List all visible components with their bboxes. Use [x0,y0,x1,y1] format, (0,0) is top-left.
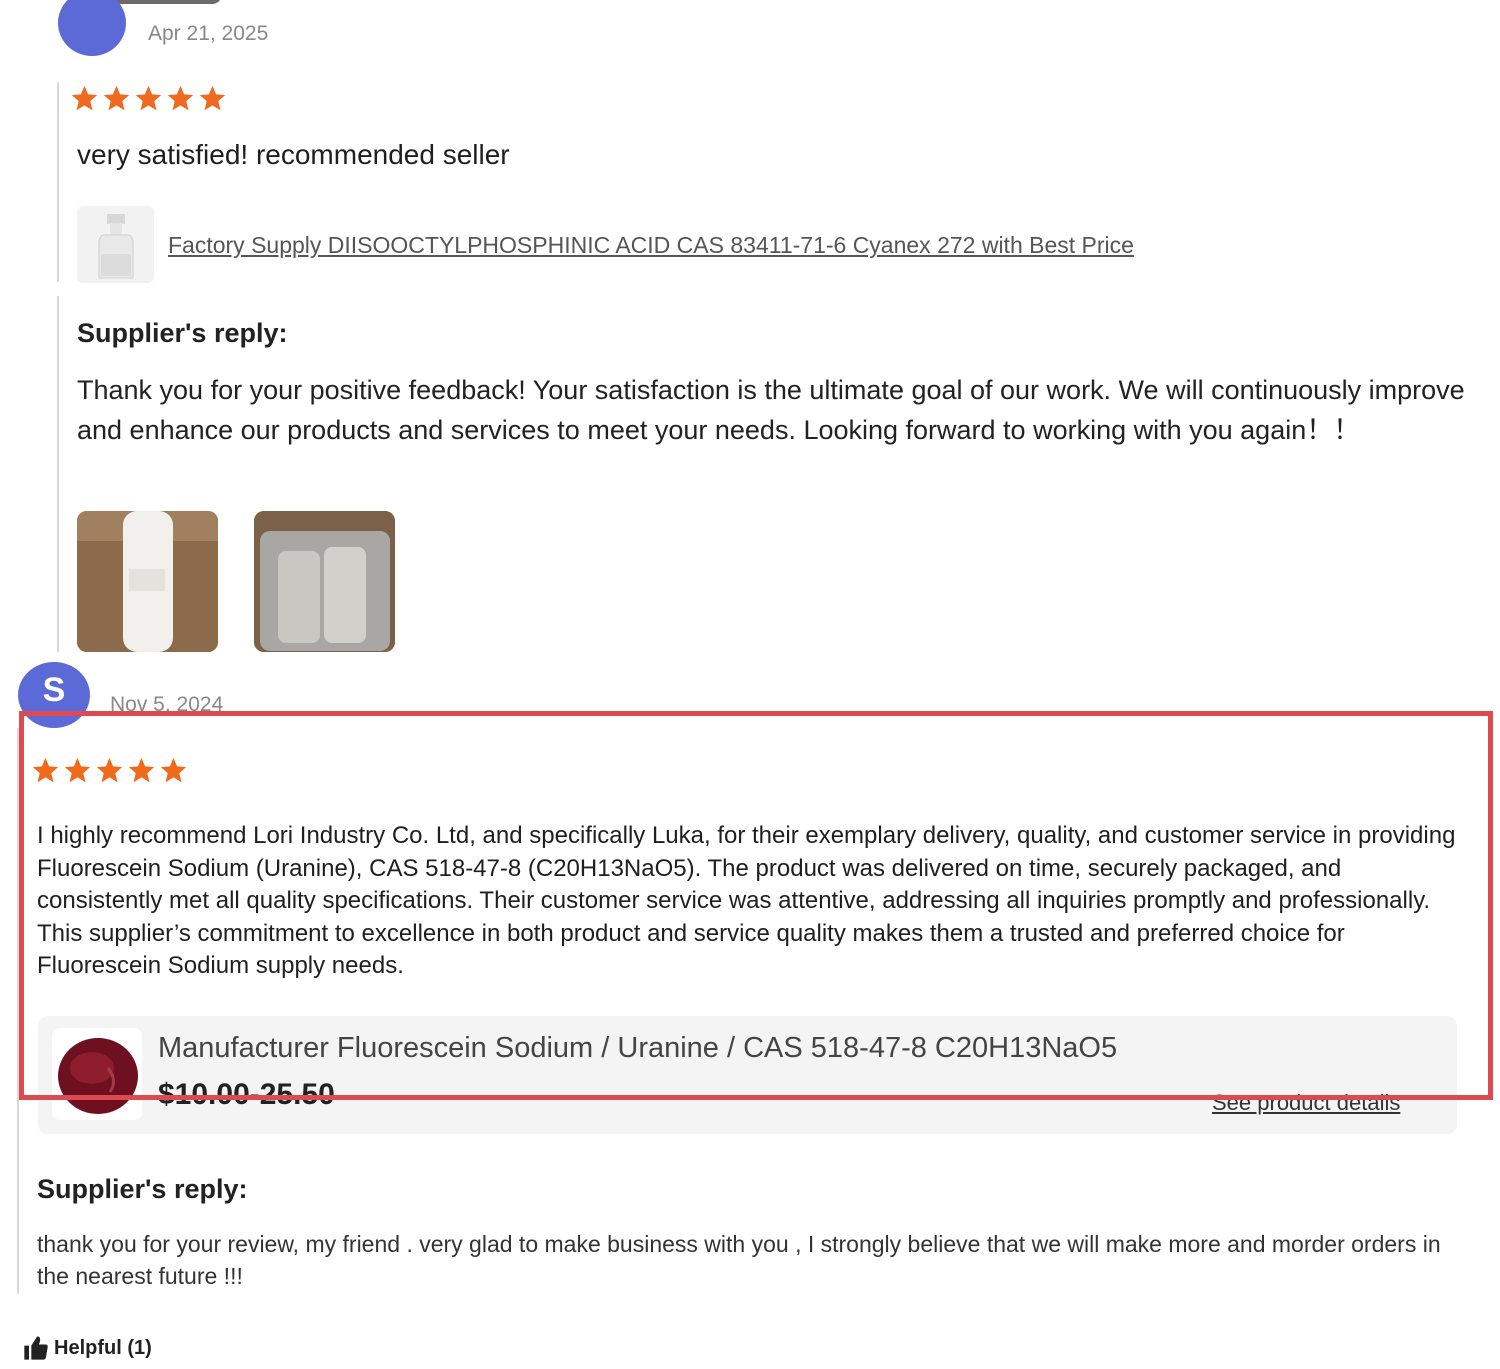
supplier-reply-text: Thank you for your positive feedback! Yo… [77,375,1465,445]
product-thumbnail[interactable] [77,206,154,283]
star-rating [70,84,227,113]
supplier-reply-title: Supplier's reply: [37,1174,248,1204]
photo-packaged-bottles-image [254,511,395,652]
star-icon [167,85,194,111]
review-text: very satisfied! recommended seller [77,139,510,170]
star-icon [71,85,98,111]
reviewer-avatar [58,0,126,56]
reply-divider [57,296,59,652]
bottle-image [98,214,134,279]
review-photo[interactable] [77,511,218,652]
supplier-reply-text: thank you for your review, my friend . v… [37,1231,1441,1289]
review-divider [57,82,59,282]
supplier-reply-title: Supplier's reply: [77,318,288,348]
product-link[interactable]: Factory Supply DIISOOCTYLPHOSPHINIC ACID… [168,232,1134,259]
review-photo[interactable] [254,511,395,652]
star-icon [103,85,130,111]
thumbs-up-icon [24,1336,48,1360]
highlight-box [19,711,1493,1100]
star-icon [199,85,226,111]
photo-bottle-image [77,511,218,652]
review-date: Apr 21, 2025 [148,22,269,45]
avatar-letter: S [42,671,66,709]
helpful-button[interactable]: Helpful (1) [22,1334,152,1362]
helpful-label: Helpful (1) [54,1336,152,1359]
star-icon [135,85,162,111]
